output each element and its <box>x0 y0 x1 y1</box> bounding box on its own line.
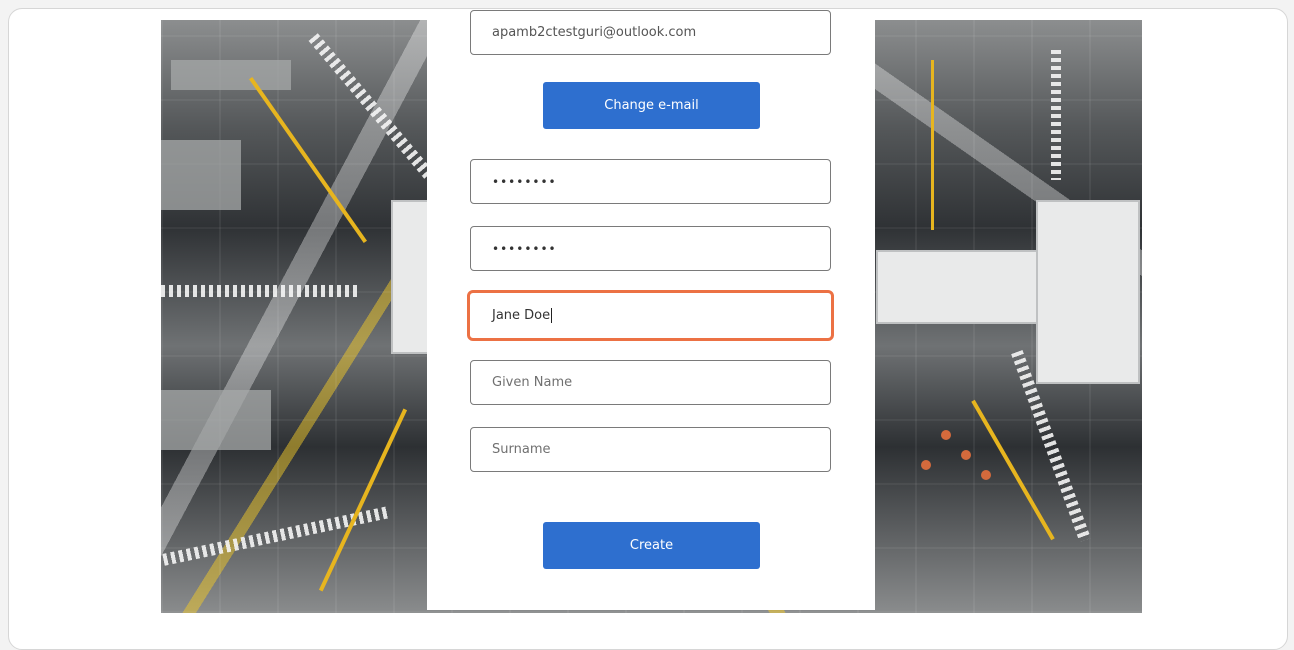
create-label: Create <box>629 538 674 553</box>
browser-viewport: apamb2ctestguri@outlook.com Change e-mai… <box>8 8 1288 650</box>
surname-placeholder: Surname <box>492 442 551 457</box>
confirm-password-field[interactable]: •••••••• <box>470 226 831 271</box>
taxiway-line <box>249 76 367 244</box>
signup-form-panel: apamb2ctestguri@outlook.com Change e-mai… <box>427 10 875 610</box>
crosswalk-stripes <box>1051 50 1061 180</box>
new-password-field[interactable]: •••••••• <box>470 159 831 204</box>
create-button[interactable]: Create <box>543 522 760 569</box>
change-email-label: Change e-mail <box>604 98 699 113</box>
taxiway-line <box>931 60 934 230</box>
apron-area <box>171 60 291 90</box>
taxiway-line <box>318 408 408 592</box>
terminal-building <box>876 250 1040 324</box>
apron-area <box>161 140 241 210</box>
ground-vehicle <box>921 460 931 470</box>
surname-field[interactable]: Surname <box>470 427 831 472</box>
ground-vehicle <box>981 470 991 480</box>
crosswalk-stripes <box>161 285 361 297</box>
new-password-value: •••••••• <box>492 174 557 189</box>
confirm-password-value: •••••••• <box>492 241 557 256</box>
text-cursor <box>551 308 553 323</box>
apron-area <box>161 390 271 450</box>
crosswalk-stripes <box>308 33 434 179</box>
display-name-field[interactable]: Jane Doe <box>467 290 834 341</box>
email-field[interactable]: apamb2ctestguri@outlook.com <box>470 10 831 55</box>
change-email-button[interactable]: Change e-mail <box>543 82 760 129</box>
display-name-value: Jane Doe <box>492 308 551 323</box>
email-value: apamb2ctestguri@outlook.com <box>492 25 697 40</box>
given-name-placeholder: Given Name <box>492 375 573 390</box>
terminal-building <box>1036 200 1140 384</box>
given-name-field[interactable]: Given Name <box>470 360 831 405</box>
ground-vehicle <box>961 450 971 460</box>
ground-vehicle <box>941 430 951 440</box>
